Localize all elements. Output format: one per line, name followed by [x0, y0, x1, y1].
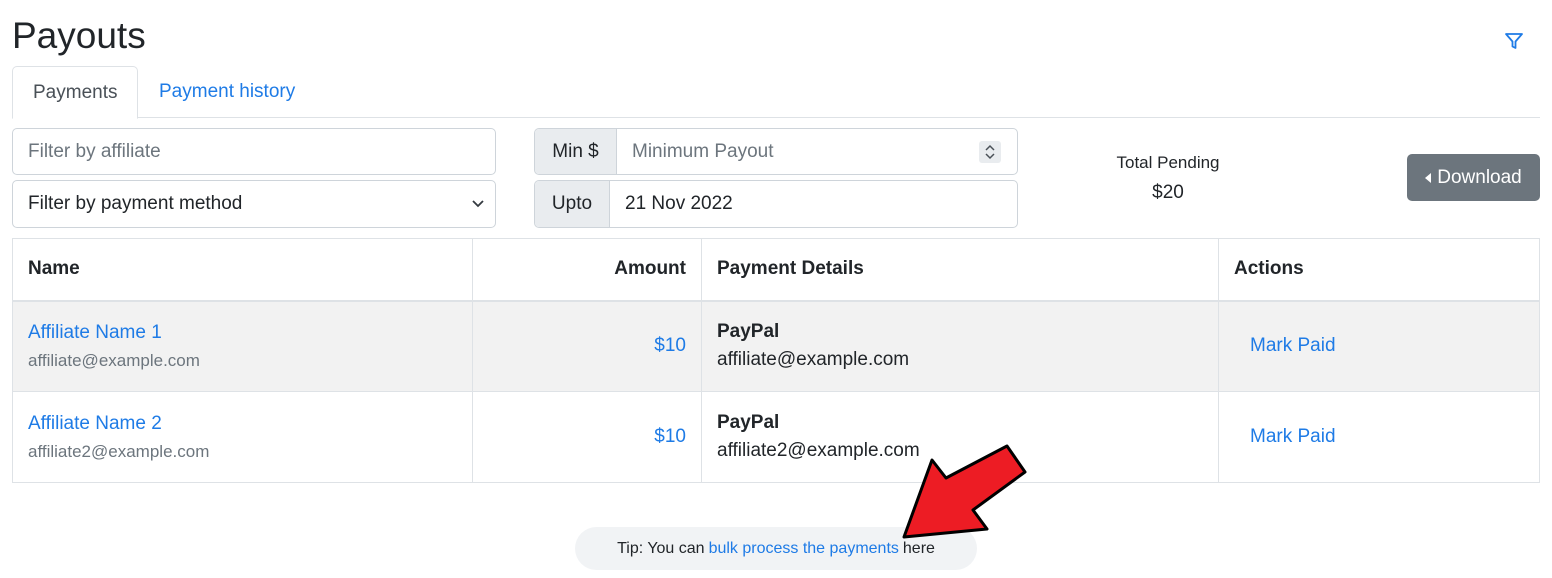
payment-details-cell: PayPal affiliate2@example.com	[701, 391, 1219, 483]
upto-addon: Upto	[535, 181, 610, 227]
filter-icon[interactable]	[1503, 30, 1525, 52]
tip-prefix: Tip: You can	[617, 539, 705, 557]
bulk-process-link[interactable]: bulk process the payments	[709, 540, 899, 558]
min-payout-placeholder: Minimum Payout	[632, 140, 774, 162]
affiliate-filter-input[interactable]: Filter by affiliate	[12, 128, 496, 175]
tab-payments[interactable]: Payments	[12, 66, 138, 119]
payment-method-selected: Filter by payment method	[28, 193, 243, 214]
min-addon: Min $	[535, 129, 617, 174]
header-name: Name	[12, 238, 473, 302]
mark-paid-button[interactable]: Mark Paid	[1234, 335, 1336, 357]
amount-link[interactable]: $10	[654, 426, 686, 447]
amount-link[interactable]: $10	[654, 335, 686, 356]
table-row: Affiliate Name 1 affiliate@example.com $…	[12, 300, 1540, 392]
table-header-row: Name Amount Payment Details Actions	[12, 238, 1540, 302]
affiliate-email: affiliate@example.com	[28, 350, 200, 370]
tab-payment-history[interactable]: Payment history	[139, 66, 315, 118]
payment-details-cell: PayPal affiliate@example.com	[701, 300, 1219, 392]
total-pending-label: Total Pending	[1116, 153, 1220, 172]
min-payout-group: Min $ Minimum Payout	[534, 128, 1018, 175]
chevron-down-icon	[472, 200, 484, 208]
download-button[interactable]: Download	[1407, 154, 1540, 201]
caret-left-icon	[1425, 172, 1432, 183]
payment-email: affiliate2@example.com	[717, 440, 920, 461]
header-payment-details: Payment Details	[701, 238, 1219, 302]
affiliate-email: affiliate2@example.com	[28, 441, 210, 461]
affiliate-filter-placeholder: Filter by affiliate	[28, 140, 161, 162]
min-payout-input[interactable]: Minimum Payout	[617, 129, 1017, 174]
header-amount: Amount	[472, 238, 702, 302]
upto-date-value: 21 Nov 2022	[625, 193, 733, 214]
total-pending-value: $20	[1152, 182, 1184, 203]
payment-method: PayPal	[717, 321, 780, 343]
tip-suffix: here	[902, 539, 935, 557]
name-cell: Affiliate Name 2 affiliate2@example.com	[12, 391, 473, 483]
amount-cell: $10	[472, 300, 702, 392]
actions-cell: Mark Paid	[1218, 391, 1540, 483]
payment-email: affiliate@example.com	[717, 349, 910, 371]
payouts-table: Name Amount Payment Details Actions Affi…	[12, 238, 1540, 483]
amount-cell: $10	[472, 391, 702, 483]
actions-cell: Mark Paid	[1218, 300, 1540, 392]
upto-date-input[interactable]: 21 Nov 2022	[610, 181, 1017, 227]
page-title: Payouts	[12, 15, 146, 56]
tip-banner: Tip: You can bulk process the payments h…	[575, 527, 977, 570]
affiliate-name-link[interactable]: Affiliate Name 2	[28, 413, 457, 435]
table-row: Affiliate Name 2 affiliate2@example.com …	[12, 391, 1540, 483]
number-spinner-icon[interactable]	[979, 141, 1001, 163]
upto-date-group: Upto 21 Nov 2022	[534, 180, 1018, 228]
payment-method: PayPal	[717, 412, 780, 433]
download-label: Download	[1437, 166, 1522, 188]
tab-bar: Payments Payment history	[12, 66, 1540, 119]
mark-paid-button[interactable]: Mark Paid	[1234, 426, 1336, 448]
affiliate-name-link[interactable]: Affiliate Name 1	[28, 322, 457, 344]
payment-method-select[interactable]: Filter by payment method	[12, 180, 496, 228]
name-cell: Affiliate Name 1 affiliate@example.com	[12, 300, 473, 392]
header-actions: Actions	[1218, 238, 1540, 302]
